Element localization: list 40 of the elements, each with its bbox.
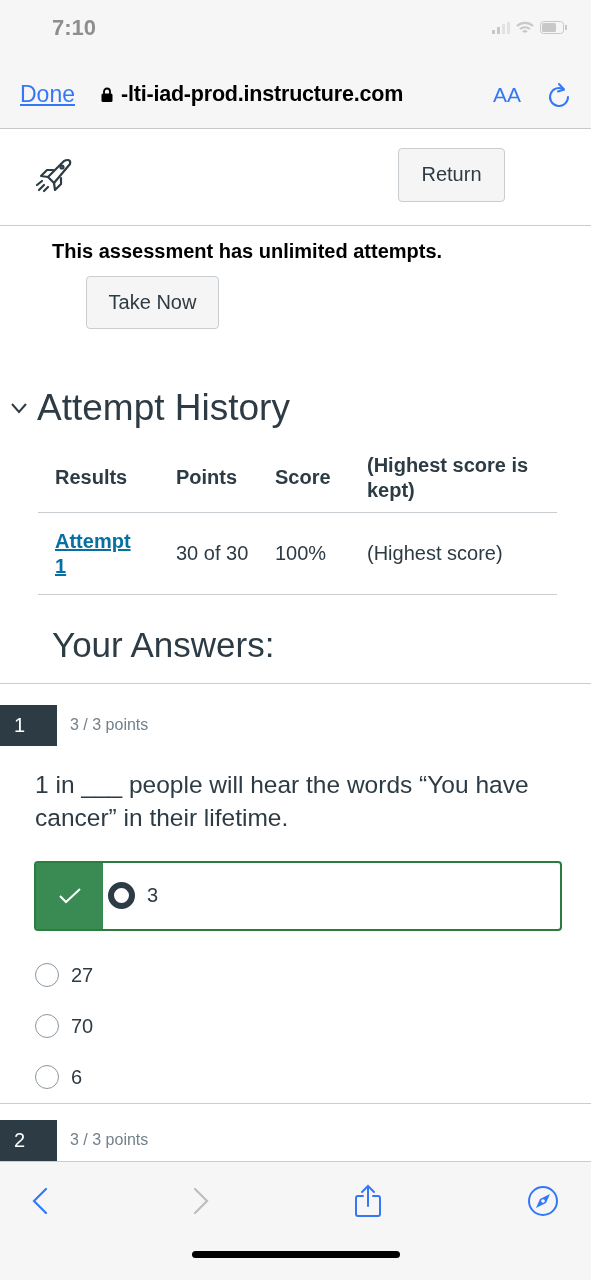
option-label: 6 xyxy=(71,1065,83,1089)
question-text: 1 in ___ people will hear the words “You have cancer” in their lifetime. xyxy=(34,769,530,833)
reload-icon[interactable] xyxy=(547,81,571,108)
attempt-link[interactable]: Attempt 1 xyxy=(55,528,145,579)
signal-icon xyxy=(492,21,510,34)
battery-icon xyxy=(540,21,567,35)
option-label: 70 xyxy=(71,1014,94,1038)
table-cell-text: (Highest score) xyxy=(367,541,504,567)
table-cell-text: 100% xyxy=(275,541,328,567)
take-now-button[interactable]: Take Now xyxy=(86,275,219,329)
table-cell-text: 30 of 30 xyxy=(176,541,250,567)
share-icon[interactable] xyxy=(354,1183,382,1218)
done-link[interactable]: Done xyxy=(20,81,75,109)
chevron-down-icon[interactable] xyxy=(10,402,28,415)
points-text: 3 / 3 points xyxy=(70,716,149,735)
column-header: Points xyxy=(176,465,239,491)
text-size-button[interactable]: AA xyxy=(493,82,521,107)
return-button[interactable]: Return xyxy=(398,147,505,202)
question-number: 1 xyxy=(0,704,57,746)
wifi-icon xyxy=(516,21,534,35)
unlimited-attempts-text: This assessment has unlimited attempts. xyxy=(52,239,444,263)
compass-icon[interactable] xyxy=(527,1184,559,1217)
rocket-icon xyxy=(34,156,74,193)
column-header: Score xyxy=(275,465,332,491)
radio-button[interactable] xyxy=(35,963,59,988)
section-heading: Your Answers: xyxy=(52,625,276,667)
url-text[interactable]: -lti-iad-prod.instructure.com xyxy=(121,82,404,108)
column-header: Results xyxy=(55,465,129,491)
points-text: 3 / 3 points xyxy=(70,1131,149,1150)
lock-icon xyxy=(101,87,113,103)
option-label: 3 xyxy=(147,884,159,908)
question-number: 2 xyxy=(0,1119,57,1161)
column-header: (Highest score is kept) xyxy=(367,452,530,503)
radio-button[interactable] xyxy=(108,882,135,910)
back-icon[interactable] xyxy=(32,1187,48,1214)
radio-button[interactable] xyxy=(35,1065,59,1090)
radio-button[interactable] xyxy=(35,1014,59,1039)
option-label: 27 xyxy=(71,963,94,987)
status-time: 7:10 xyxy=(52,14,97,41)
section-heading: Attempt History xyxy=(37,387,290,430)
